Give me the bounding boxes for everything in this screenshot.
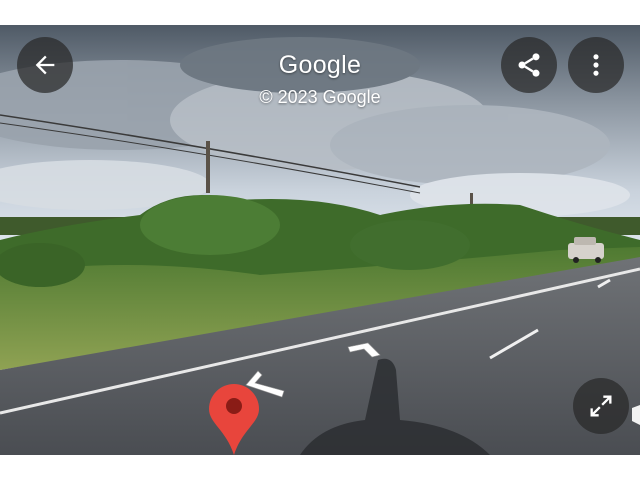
expand-icon <box>590 395 612 417</box>
street-view-panorama[interactable] <box>0 25 640 455</box>
expand-button[interactable] <box>573 378 629 434</box>
arrow-left-icon <box>35 55 55 75</box>
back-button[interactable] <box>17 37 73 93</box>
more-vert-icon <box>593 54 599 76</box>
share-button[interactable] <box>501 37 557 93</box>
share-icon <box>518 53 540 77</box>
more-options-button[interactable] <box>568 37 624 93</box>
street-view-screen: Google © 2023 Google <box>0 0 640 480</box>
street-scene <box>0 25 640 455</box>
